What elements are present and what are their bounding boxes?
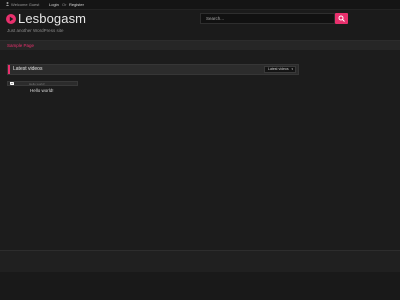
video-filter-select[interactable]: Latest videos ▾ [264,66,296,73]
post-title-link[interactable]: Hello world! [30,88,54,94]
nav-item-sample-page[interactable]: Sample Page [7,42,34,49]
chevron-down-icon: ▾ [291,67,293,71]
login-link[interactable]: Login [49,0,59,9]
search-icon [338,15,345,22]
widget-title: Latest videos [13,66,43,72]
site-title[interactable]: Lesbogasm [18,11,86,27]
footer-bottom [0,272,400,300]
register-link[interactable]: Register [69,0,84,9]
video-thumbnail[interactable]: Hello world! [7,81,78,86]
content-area [0,50,400,250]
widget-header: Latest videos [7,64,299,75]
or-text: Or [62,2,67,7]
filter-selected-value: Latest videos [268,67,289,71]
search-box [200,13,335,24]
footer-widgets [0,251,400,272]
broken-image-icon [10,82,14,85]
search-button[interactable] [335,13,348,24]
widget-accent-bar [8,65,10,74]
top-bar: Welcome Guest Login Or Register [0,0,400,10]
search-input[interactable] [201,14,334,23]
site-tagline: Just another WordPress site [7,28,64,33]
user-icon [6,2,9,6]
thumbnail-alt-text: Hello world! [29,82,45,86]
welcome-text: Welcome Guest [11,2,40,7]
play-circle-icon[interactable] [6,14,16,24]
